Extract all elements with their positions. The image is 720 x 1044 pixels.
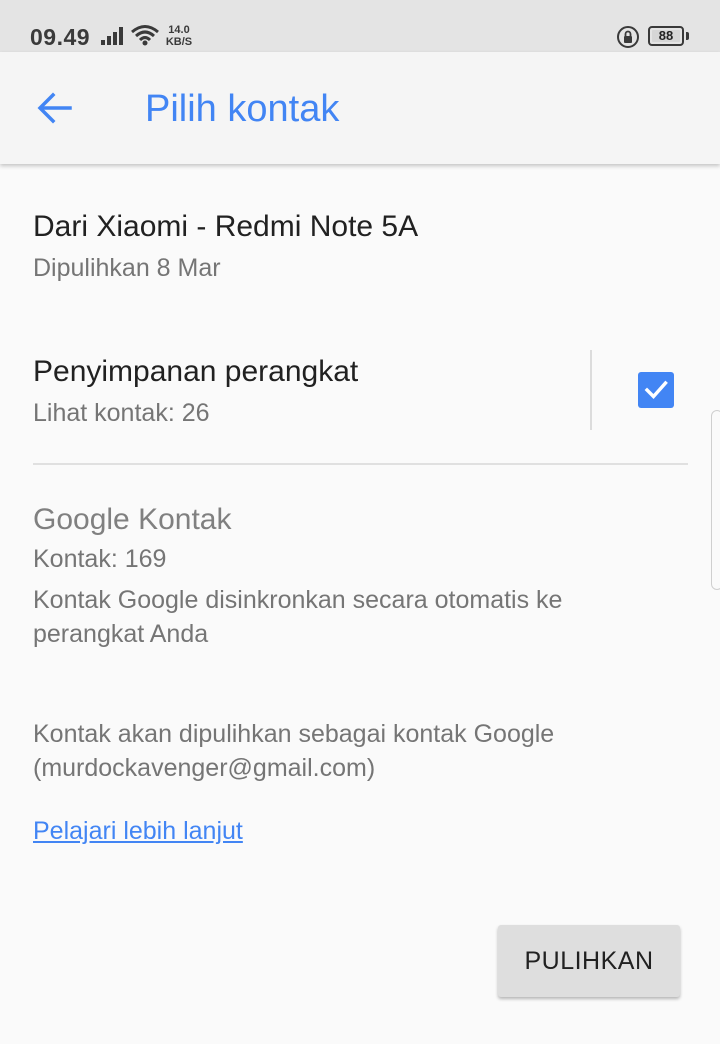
network-speed-unit: KB/S [165,36,193,48]
restore-note: Kontak akan dipulihkan sebagai kontak Go… [33,720,555,782]
google-contacts-count: Kontak: 169 [33,545,167,573]
status-bar: 09.49 14.0 KB/S 88 [0,0,720,52]
google-contacts-description: Kontak Google disinkronkan secara otomat… [33,586,563,648]
device-storage-row[interactable]: Penyimpanan perangkat Lihat kontak: 26 [0,340,720,440]
backup-source-date: Dipulihkan 8 Mar [33,254,221,282]
arrow-left-icon [37,92,72,124]
screen: 09.49 14.0 KB/S 88 Pilih kontak Dari Xia… [0,0,720,1044]
signal-icon [101,27,123,45]
battery-level: 88 [658,28,674,43]
device-storage-checkbox[interactable] [638,372,674,408]
vertical-divider [590,350,592,430]
google-contacts-title: Google Kontak [33,503,232,536]
device-storage-count[interactable]: Lihat kontak: 26 [33,399,210,428]
scroll-edge-indicator [711,410,720,590]
app-bar: Pilih kontak [0,52,720,164]
wifi-icon [131,25,159,46]
section-divider [33,463,688,465]
restore-button[interactable]: PULIHKAN [498,925,680,997]
backup-source-title: Dari Xiaomi - Redmi Note 5A [33,210,419,243]
battery-icon: 88 [648,26,684,46]
battery-tip [686,32,689,40]
back-button[interactable] [30,88,78,128]
device-storage-title: Penyimpanan perangkat [33,355,359,388]
network-speed-value: 14.0 [168,24,190,36]
rotation-lock-icon [617,26,639,48]
page-title: Pilih kontak [145,88,340,130]
learn-more-link[interactable]: Pelajari lebih lanjut [33,817,243,846]
network-speed: 14.0 KB/S [162,24,196,48]
status-time: 09.49 [30,24,91,50]
checkmark-icon [644,380,668,399]
